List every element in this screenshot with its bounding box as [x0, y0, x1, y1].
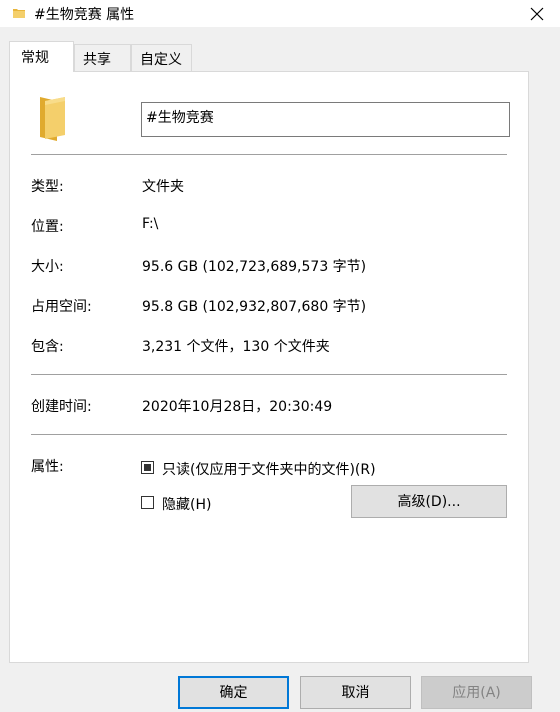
size-value: 95.6 GB (102,723,689,573 字节) [142, 259, 367, 275]
hidden-checkbox[interactable] [141, 496, 154, 509]
advanced-button[interactable]: 高级(D)... [351, 485, 507, 518]
close-button[interactable] [514, 0, 560, 27]
folder-name-input[interactable]: #生物竞赛 [141, 102, 510, 137]
readonly-label[interactable]: 只读(仅应用于文件夹中的文件)(R) [162, 459, 376, 479]
location-label: 位置: [31, 219, 64, 235]
hidden-label[interactable]: 隐藏(H) [162, 494, 211, 514]
title-bar: #生物竞赛 属性 [0, 0, 560, 27]
type-label: 类型: [31, 179, 64, 195]
tab-sharing[interactable]: 共享 [74, 44, 131, 71]
separator [31, 154, 507, 155]
size-on-disk-label: 占用空间: [31, 299, 92, 315]
folder-icon [12, 6, 26, 24]
apply-button: 应用(A) [421, 676, 532, 709]
created-label: 创建时间: [31, 399, 92, 415]
attributes-label: 属性: [31, 459, 64, 475]
ok-button[interactable]: 确定 [178, 676, 289, 709]
created-value: 2020年10月28日，20:30:49 [142, 399, 333, 415]
location-value: F:\ [142, 216, 159, 232]
tab-customize[interactable]: 自定义 [131, 44, 192, 71]
type-value: 文件夹 [142, 179, 184, 195]
folder-icon [37, 95, 69, 147]
size-on-disk-value: 95.8 GB (102,932,807,680 字节) [142, 299, 367, 315]
size-label: 大小: [31, 259, 64, 275]
tab-panel [9, 71, 529, 663]
separator [31, 434, 507, 435]
close-icon [530, 7, 544, 20]
window-title: #生物竞赛 属性 [34, 7, 135, 23]
readonly-checkbox[interactable] [141, 461, 154, 474]
contains-label: 包含: [31, 339, 64, 355]
cancel-button[interactable]: 取消 [300, 676, 411, 709]
contains-value: 3,231 个文件，130 个文件夹 [142, 339, 330, 355]
separator [31, 374, 507, 375]
tab-general[interactable]: 常规 [9, 41, 74, 72]
